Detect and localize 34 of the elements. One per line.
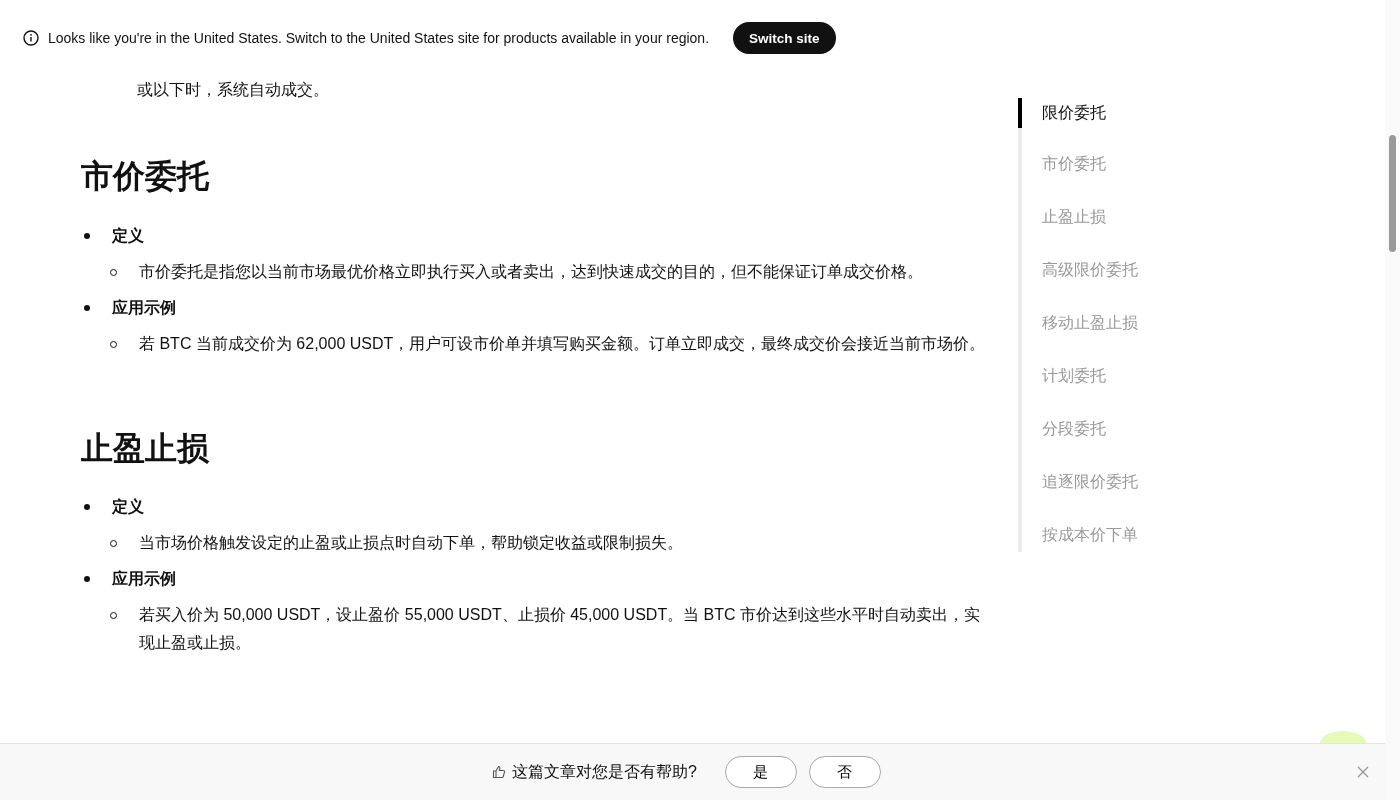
feedback-button[interactable]: 是 — [724, 756, 797, 788]
toc-link[interactable]: 止盈止损 — [1018, 204, 1138, 257]
toc-link[interactable]: 限价委托 — [1018, 98, 1138, 128]
close-icon[interactable] — [1357, 766, 1369, 778]
feedback-question: 这篇文章对您是否有帮助? — [512, 761, 697, 782]
toc-link[interactable]: 按成本价下单 — [1018, 522, 1138, 575]
thumbs-up-icon — [492, 765, 507, 779]
info-icon — [23, 30, 39, 46]
toc-link[interactable]: 分段委托 — [1018, 416, 1138, 469]
toc-link[interactable]: 追逐限价委托 — [1018, 469, 1138, 522]
switch-site-button[interactable]: Switch site — [733, 22, 836, 54]
item-text: 市价委托是指您以当前市场最优价格立即执行买入或者卖出，达到快速成交的目的，但不能保证订单成交价格。 — [139, 261, 924, 282]
item-label: 应用示例 — [112, 569, 176, 590]
item-text: 若 BTC 当前成交价为 62,000 USDT，用户可设市价单并填写购买金额。订单立即成交，最终成交价会接近当前市场价。 — [139, 333, 987, 354]
bullet-icon — [84, 304, 90, 311]
feedback-button[interactable]: 否 — [808, 756, 881, 788]
scrollbar-thumb[interactable] — [1389, 135, 1396, 252]
toc-link[interactable]: 高级限价委托 — [1018, 257, 1138, 310]
item-text: 若买入价为 50,000 USDT，设止盈价 55,000 USDT、止损价 45,000 USDT。当 BTC 市价达到这些水平时自动卖出，实现止盈或止损。 — [139, 605, 982, 654]
item-text: 当市场价格触发设定的止盈或止损点时自动下单，帮助锁定收益或限制损失。 — [139, 533, 684, 554]
toc-link[interactable]: 市价委托 — [1018, 151, 1138, 204]
item-label: 定义 — [112, 225, 144, 246]
toc-link[interactable]: 计划委托 — [1018, 363, 1138, 416]
item-label: 应用示例 — [112, 297, 176, 318]
bullet-icon — [84, 576, 90, 583]
bullet-icon — [84, 504, 90, 511]
item-label: 定义 — [112, 497, 144, 518]
toc-link[interactable]: 移动止盈止损 — [1018, 310, 1138, 363]
scrollbar[interactable] — [1385, 0, 1400, 800]
section-heading: 止盈止损 — [81, 428, 210, 468]
paragraph-text: 或以下时，系统自动成交。 — [137, 80, 330, 100]
bullet-icon — [84, 232, 90, 239]
section-heading: 市价委托 — [81, 157, 211, 196]
region-message: Looks like you're in the United States. Switch to the United States site for products available in your region. — [48, 30, 710, 46]
